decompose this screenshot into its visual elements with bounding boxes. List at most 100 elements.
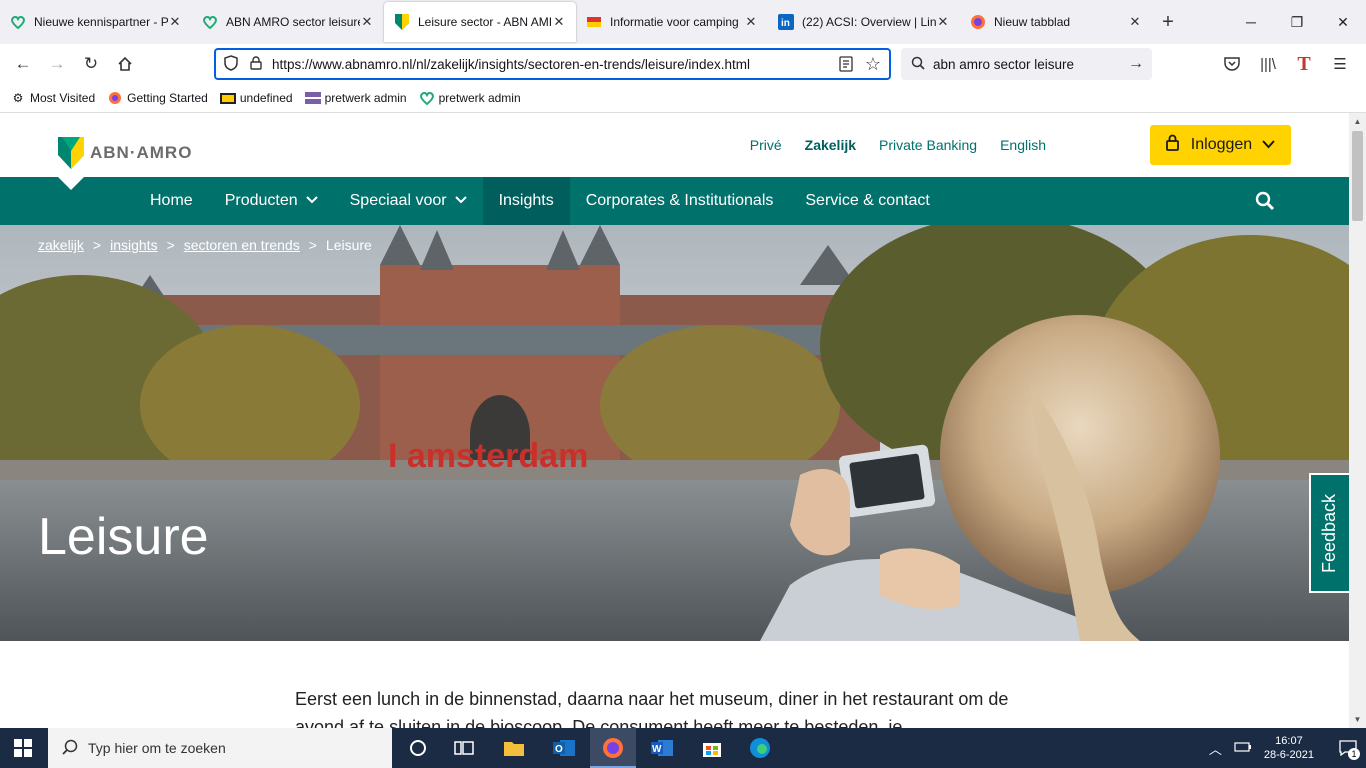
word-icon[interactable]: W (650, 736, 674, 760)
bookmark-item[interactable]: pretwerk admin (304, 90, 407, 106)
window-controls: ─ ❐ ✕ (1228, 0, 1366, 44)
bookmark-item[interactable]: Getting Started (107, 90, 208, 106)
close-tab-icon[interactable]: ✕ (744, 14, 758, 30)
action-center-icon[interactable]: 1 (1330, 728, 1366, 768)
tab-title: Leisure sector - ABN AMI (418, 15, 552, 29)
scroll-down-icon[interactable]: ▼ (1349, 711, 1366, 728)
hero-banner: I amsterdam zakelijk > insights > sector… (0, 225, 1349, 641)
library-icon[interactable]: |||\ (1250, 48, 1286, 80)
menu-icon[interactable]: ☰ (1322, 48, 1358, 80)
search-input[interactable]: abn amro sector leisure (933, 57, 1074, 72)
hero-image: I amsterdam (0, 225, 1349, 641)
main-navigation: Home Producten Speciaal voor Insights Co… (0, 177, 1349, 225)
back-icon[interactable]: ← (6, 48, 40, 80)
scrollbar-thumb[interactable] (1352, 131, 1363, 221)
lock-icon[interactable] (250, 55, 262, 73)
windows-start-icon[interactable] (14, 739, 32, 762)
nav-insights[interactable]: Insights (482, 177, 570, 225)
url-text[interactable]: https://www.abnamro.nl/nl/zakelijk/insig… (272, 57, 750, 72)
tab-title: Informatie voor camping (610, 15, 739, 29)
close-tab-icon[interactable]: ✕ (360, 14, 374, 30)
file-explorer-icon[interactable] (502, 736, 526, 760)
site-header: ABN·AMRO Privé Zakelijk Private Banking … (0, 113, 1349, 177)
system-tray: ︿ 16:07 28-6-2021 1 (1209, 728, 1366, 768)
logo-notch (58, 177, 84, 190)
login-button[interactable]: Inloggen (1150, 125, 1291, 165)
bookmark-item[interactable]: pretwerk admin (419, 90, 521, 106)
clock[interactable]: 16:07 28-6-2021 (1264, 734, 1314, 762)
battery-icon[interactable] (1234, 741, 1252, 756)
bookmark-item[interactable]: undefined (219, 90, 293, 106)
cortana-icon[interactable] (406, 736, 430, 760)
close-tab-icon[interactable]: ✕ (936, 14, 950, 30)
taskbar-search-input[interactable]: Typ hier om te zoeken (88, 740, 226, 756)
close-window-icon[interactable]: ✕ (1320, 0, 1366, 44)
shield-icon[interactable] (224, 54, 238, 74)
taskbar-search[interactable]: Typ hier om te zoeken (48, 728, 392, 768)
bookmarks-toolbar: ⚙ Most Visited Getting Started undefined … (0, 84, 1366, 113)
close-tab-icon[interactable]: ✕ (1128, 14, 1142, 30)
notification-badge: 1 (1348, 748, 1360, 760)
nav-corporates[interactable]: Corporates & Institutionals (570, 177, 790, 225)
pocket-icon[interactable] (1214, 48, 1250, 80)
minimize-icon[interactable]: ─ (1228, 0, 1274, 44)
browser-tab[interactable]: Nieuw tabblad ✕ (960, 2, 1152, 42)
search-bar[interactable]: abn amro sector leisure → (901, 48, 1152, 80)
tab-title: (22) ACSI: Overview | Link (802, 15, 936, 29)
link-private-banking[interactable]: Private Banking (879, 137, 977, 153)
nav-producten[interactable]: Producten (209, 177, 334, 225)
link-zakelijk[interactable]: Zakelijk (805, 137, 856, 153)
browser-tab[interactable]: Informatie voor camping ✕ (576, 2, 768, 42)
chevron-up-icon[interactable]: ︿ (1209, 739, 1222, 758)
browser-tab[interactable]: ABN AMRO sector leisure ✕ (192, 2, 384, 42)
bookmark-star-icon[interactable]: ☆ (865, 54, 881, 75)
chevron-down-icon (454, 195, 467, 207)
task-view-icon[interactable] (452, 736, 476, 760)
link-english[interactable]: English (1000, 137, 1046, 153)
breadcrumb-zakelijk[interactable]: zakelijk (38, 237, 84, 253)
nav-home[interactable]: Home (134, 177, 209, 225)
browser-tab[interactable]: in (22) ACSI: Overview | Link ✕ (768, 2, 960, 42)
page-scrollbar[interactable]: ▲ ▼ (1349, 113, 1366, 728)
search-icon (62, 739, 78, 758)
intro-paragraph: Eerst een lunch in de binnenstad, daarna… (295, 689, 1009, 728)
tab-title: Nieuw tabblad (994, 15, 1071, 29)
linkedin-icon: in (778, 14, 794, 30)
tab-strip: Nieuwe kennispartner - P ✕ ABN AMRO sect… (0, 0, 1366, 44)
edge-icon[interactable] (748, 736, 772, 760)
search-icon[interactable] (1255, 191, 1275, 216)
browser-tab-active[interactable]: Leisure sector - ABN AMI ✕ (384, 2, 576, 42)
reload-icon[interactable]: ↻ (74, 48, 108, 80)
close-tab-icon[interactable]: ✕ (552, 14, 566, 30)
firefox-icon (107, 90, 123, 106)
outlook-icon[interactable]: O (552, 736, 576, 760)
tab-title: ABN AMRO sector leisure (226, 15, 360, 29)
nav-speciaal-voor[interactable]: Speciaal voor (334, 177, 483, 225)
extension-t-icon[interactable]: T (1286, 48, 1322, 80)
heart-icon (419, 90, 435, 106)
home-icon[interactable] (108, 48, 142, 80)
firefox-taskbar-active[interactable] (590, 728, 636, 768)
svg-text:O: O (555, 744, 563, 755)
reader-view-icon[interactable] (839, 56, 853, 75)
maximize-icon[interactable]: ❐ (1274, 0, 1320, 44)
scroll-up-icon[interactable]: ▲ (1349, 113, 1366, 130)
search-go-icon[interactable]: → (1128, 55, 1144, 73)
forward-icon[interactable]: → (40, 48, 74, 80)
close-tab-icon[interactable]: ✕ (168, 14, 182, 30)
new-tab-button[interactable]: + (1152, 2, 1184, 42)
abn-shield-icon (394, 14, 410, 30)
breadcrumb-insights[interactable]: insights (110, 237, 157, 253)
bookmark-item[interactable]: ⚙ Most Visited (10, 90, 96, 106)
url-bar[interactable]: https://www.abnamro.nl/nl/zakelijk/insig… (214, 48, 891, 80)
breadcrumb-current: Leisure (325, 237, 372, 253)
breadcrumb-sectoren-en-trends[interactable]: sectoren en trends (184, 237, 300, 253)
link-prive[interactable]: Privé (750, 137, 782, 153)
feedback-button[interactable]: Feedback (1309, 473, 1349, 593)
store-icon[interactable] (700, 736, 724, 760)
abn-amro-logo[interactable]: ABN·AMRO (58, 137, 192, 169)
toolbar-icons: |||\ T ☰ (1214, 48, 1358, 80)
nav-service-contact[interactable]: Service & contact (789, 177, 946, 225)
browser-tab[interactable]: Nieuwe kennispartner - P ✕ (0, 2, 192, 42)
firefox-icon (603, 738, 623, 758)
